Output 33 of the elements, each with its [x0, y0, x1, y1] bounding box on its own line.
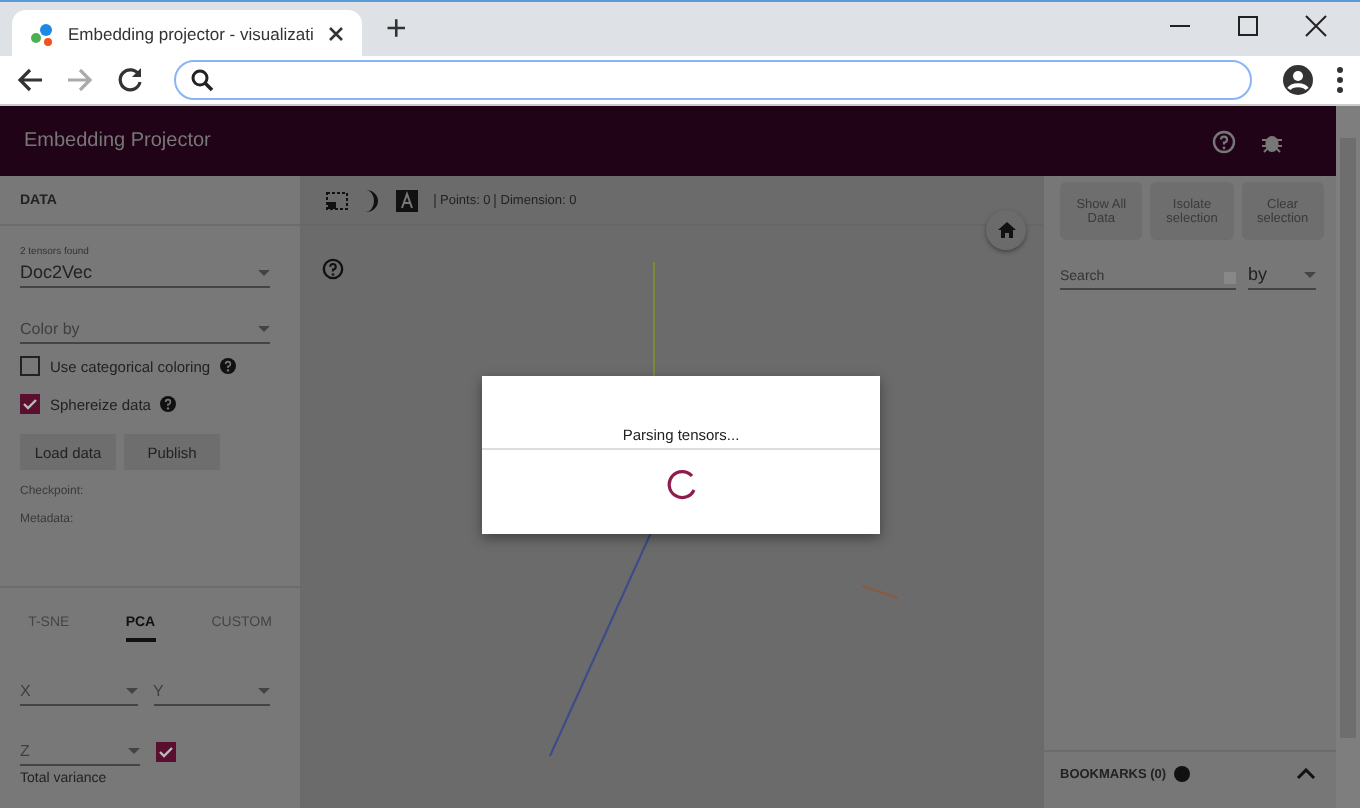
app-title: Embedding Projector	[24, 130, 211, 152]
color-by-dropdown[interactable]: Color by	[20, 316, 270, 344]
moon-icon[interactable]	[364, 189, 380, 211]
back-icon[interactable]	[16, 66, 44, 94]
browser-tab[interactable]: Embedding projector - visualizati	[12, 10, 362, 56]
axis-line	[861, 585, 899, 599]
home-button[interactable]	[986, 210, 1026, 250]
maximize-icon[interactable]	[1236, 14, 1260, 38]
x-dropdown[interactable]: X	[20, 678, 137, 706]
y-dropdown[interactable]: Y	[153, 678, 270, 706]
scrollbar[interactable]	[1336, 106, 1360, 808]
new-tab-button[interactable]: +	[385, 8, 407, 50]
spinner-icon	[665, 468, 697, 500]
forward-icon[interactable]	[66, 66, 94, 94]
logo-icon	[28, 19, 56, 47]
by-dropdown[interactable]: by	[1248, 260, 1316, 290]
address-field[interactable]	[174, 60, 1252, 100]
close-icon[interactable]	[1304, 14, 1328, 38]
checkbox[interactable]	[156, 742, 176, 762]
tensor-dropdown[interactable]: Doc2Vec	[20, 258, 270, 288]
home-icon	[997, 222, 1015, 238]
close-icon[interactable]	[325, 23, 346, 43]
tab-title: Embedding projector - visualizati	[68, 23, 314, 43]
chevron-up-icon[interactable]	[1296, 768, 1316, 780]
label-icon[interactable]	[396, 189, 418, 211]
menu-icon[interactable]	[1336, 66, 1344, 94]
checkbox[interactable]	[20, 394, 40, 414]
z-dropdown[interactable]: Z	[20, 738, 140, 766]
profile-icon[interactable]	[1282, 64, 1314, 96]
search-icon	[190, 68, 214, 92]
reload-icon[interactable]	[116, 66, 144, 94]
selection-icon[interactable]	[326, 191, 348, 209]
checkbox[interactable]	[20, 356, 40, 376]
